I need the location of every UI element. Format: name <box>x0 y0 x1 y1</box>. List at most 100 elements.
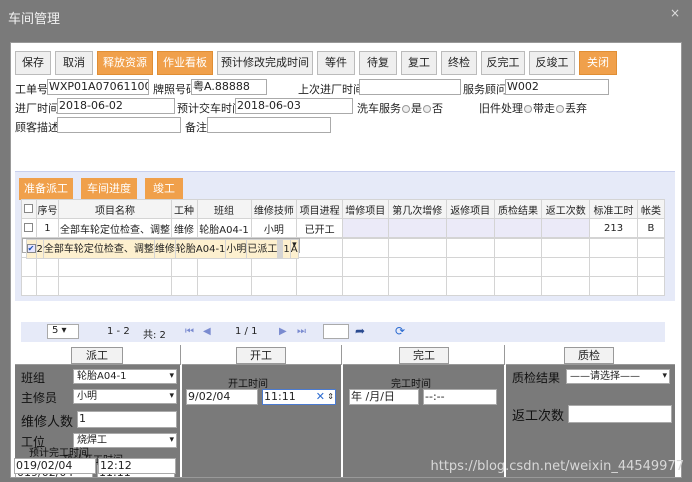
table-row[interactable]: ✔ 2 全部车轮定位检查、调整 维修 轮胎A04-1 小明 已派工 1 A <box>21 238 300 259</box>
finish-header: 完工 <box>343 345 505 365</box>
count-field[interactable]: 1 <box>77 411 177 428</box>
qc-result-label: 质检结果 <box>512 371 561 385</box>
workshop-progress-button[interactable]: 车间进度 <box>81 178 137 200</box>
table-header: 维修技师 <box>250 199 298 219</box>
table-cell <box>341 218 389 238</box>
save-button[interactable]: 保存 <box>15 51 51 75</box>
table-cell: 已开工 <box>296 218 343 238</box>
last-page-icon[interactable]: ⏭ <box>297 326 306 337</box>
final-check-button[interactable]: 终检 <box>441 51 477 75</box>
select-all-checkbox[interactable] <box>24 204 34 213</box>
work-items-table: 序号 项目名称 工种 班组 维修技师 项目进程 增修项目 第几次增修 返修项目 … <box>21 199 666 296</box>
pending-button[interactable]: 待复 <box>359 51 397 75</box>
pager-total: 共: 2 <box>143 330 166 341</box>
delivery-field[interactable]: 2018-06-03 <box>235 98 353 114</box>
wait-parts-button[interactable]: 等件 <box>317 51 355 75</box>
finish-date[interactable]: 年 /月/日 <box>349 389 419 405</box>
start-button[interactable]: 开工 <box>236 347 286 364</box>
clear-icon[interactable]: ✕ <box>316 390 325 404</box>
finish-time[interactable]: --:-- <box>423 389 497 405</box>
table-cell: 1 <box>35 218 60 238</box>
row-checkbox[interactable] <box>24 223 34 232</box>
order-no-label: 工单号 <box>15 83 48 96</box>
advisor-label: 服务顾问 <box>463 83 507 96</box>
close-button[interactable]: 关闭 <box>579 51 617 75</box>
table-cell: 2 <box>35 239 44 259</box>
pager-page: 1 / 1 <box>235 326 258 337</box>
plan-end-time[interactable]: 12:12 <box>98 458 176 474</box>
last-in-label: 上次进厂时间 <box>298 83 364 96</box>
edit-eta-button[interactable]: 预计修改完成时间 <box>217 51 313 75</box>
close-icon[interactable]: × <box>670 6 680 20</box>
in-time-field[interactable]: 2018-06-02 <box>57 98 175 114</box>
table-cell: 已派工 <box>246 239 279 259</box>
oldparts-take-radio[interactable] <box>524 105 532 113</box>
wash-yes-radio[interactable] <box>402 105 410 113</box>
table-cell: 轮胎A04-1 <box>174 239 227 259</box>
table-cell: 维修 <box>153 239 176 259</box>
row-checkbox-cell[interactable]: ✔ <box>25 239 37 259</box>
oldparts-group: 旧件处理 带走 丢弃 <box>479 100 587 116</box>
first-page-icon[interactable]: ⏮ <box>185 326 194 337</box>
start-date[interactable]: 9/02/04 <box>186 389 258 405</box>
main-panel: 保存 取消 释放资源 作业看板 预计修改完成时间 等件 待复 复工 终检 反完工… <box>10 42 682 478</box>
note-field[interactable] <box>207 117 331 133</box>
start-time-value: 11:11 <box>264 390 296 403</box>
table-header: 返工次数 <box>541 199 591 219</box>
qc-result-select[interactable]: ——请选择—— <box>566 369 670 384</box>
tech-select[interactable]: 小明 <box>73 389 177 404</box>
tech-label: 主修员 <box>21 391 58 405</box>
desc-field[interactable] <box>57 117 181 133</box>
start-section: 开工 开工时间 9/02/04 11:11 ✕ ⇕ <box>182 345 342 477</box>
advisor-field[interactable]: W002 <box>505 79 609 95</box>
table-cell <box>387 218 447 238</box>
table-cell: A <box>289 239 299 259</box>
table-row[interactable]: 1 全部车轮定位检查、调整 维修 轮胎A04-1 小明 已开工 213 B <box>21 218 666 238</box>
goto-page-input[interactable] <box>323 324 349 339</box>
table-header: 质检结果 <box>493 199 543 219</box>
team-select[interactable]: 轮胎A04-1 <box>73 369 177 384</box>
goto-arrow-icon[interactable]: ➦ <box>355 324 365 338</box>
cancel-button[interactable]: 取消 <box>55 51 93 75</box>
oldparts-label: 旧件处理 <box>479 102 523 115</box>
table-header: 增修项目 <box>341 199 389 219</box>
rework-field[interactable] <box>568 405 672 423</box>
undo-complete-button[interactable]: 反完工 <box>481 51 525 75</box>
refresh-icon[interactable]: ⟳ <box>395 324 405 338</box>
table-cell <box>445 218 495 238</box>
delivery-label: 预计交车时间 <box>177 102 243 115</box>
dispatch-button[interactable]: 派工 <box>71 347 123 364</box>
table-cell: B <box>636 218 666 238</box>
order-no-field[interactable]: WXP01A070611002 <box>47 79 149 95</box>
resume-button[interactable]: 复工 <box>401 51 437 75</box>
wash-yes-label: 是 <box>411 102 422 115</box>
page-size-select[interactable]: 5 ▾ <box>47 324 79 339</box>
pager-range: 1 - 2 <box>107 326 130 337</box>
wash-no-radio[interactable] <box>423 105 431 113</box>
pager: 5 ▾ 1 - 2 共: 2 ⏮ ◀ 1 / 1 ▶ ⏭ ➦ ⟳ <box>21 322 665 342</box>
next-page-icon[interactable]: ▶ <box>279 326 287 337</box>
job-board-button[interactable]: 作业看板 <box>157 51 213 75</box>
spinner-icon[interactable]: ⇕ <box>327 390 334 404</box>
plan-end-date[interactable]: 019/02/04 <box>14 458 96 474</box>
window-title: 车间管理 <box>8 12 61 27</box>
row-checkbox[interactable]: ✔ <box>27 244 35 253</box>
release-resource-button[interactable]: 释放资源 <box>97 51 153 75</box>
undo-finish-button[interactable]: 反竣工 <box>529 51 575 75</box>
select-all-cell[interactable] <box>21 199 37 219</box>
complete-button[interactable]: 竣工 <box>145 178 183 200</box>
prev-page-icon[interactable]: ◀ <box>203 326 211 337</box>
wash-label: 洗车服务 <box>357 102 401 115</box>
start-time-label: 开工时间 <box>228 379 268 390</box>
start-time[interactable]: 11:11 ✕ ⇕ <box>262 389 336 405</box>
plate-field[interactable]: 粤A.88888 <box>191 79 267 95</box>
last-in-field[interactable] <box>359 79 461 95</box>
qc-button[interactable]: 质检 <box>564 347 614 364</box>
table-header: 第几次增修 <box>387 199 447 219</box>
row-checkbox-cell[interactable] <box>21 218 37 238</box>
oldparts-discard-radio[interactable] <box>556 105 564 113</box>
prepare-dispatch-button[interactable]: 准备派工 <box>19 178 73 200</box>
note-label: 备注 <box>185 121 207 134</box>
finish-button[interactable]: 完工 <box>399 347 449 364</box>
desc-label: 顾客描述 <box>15 121 59 134</box>
